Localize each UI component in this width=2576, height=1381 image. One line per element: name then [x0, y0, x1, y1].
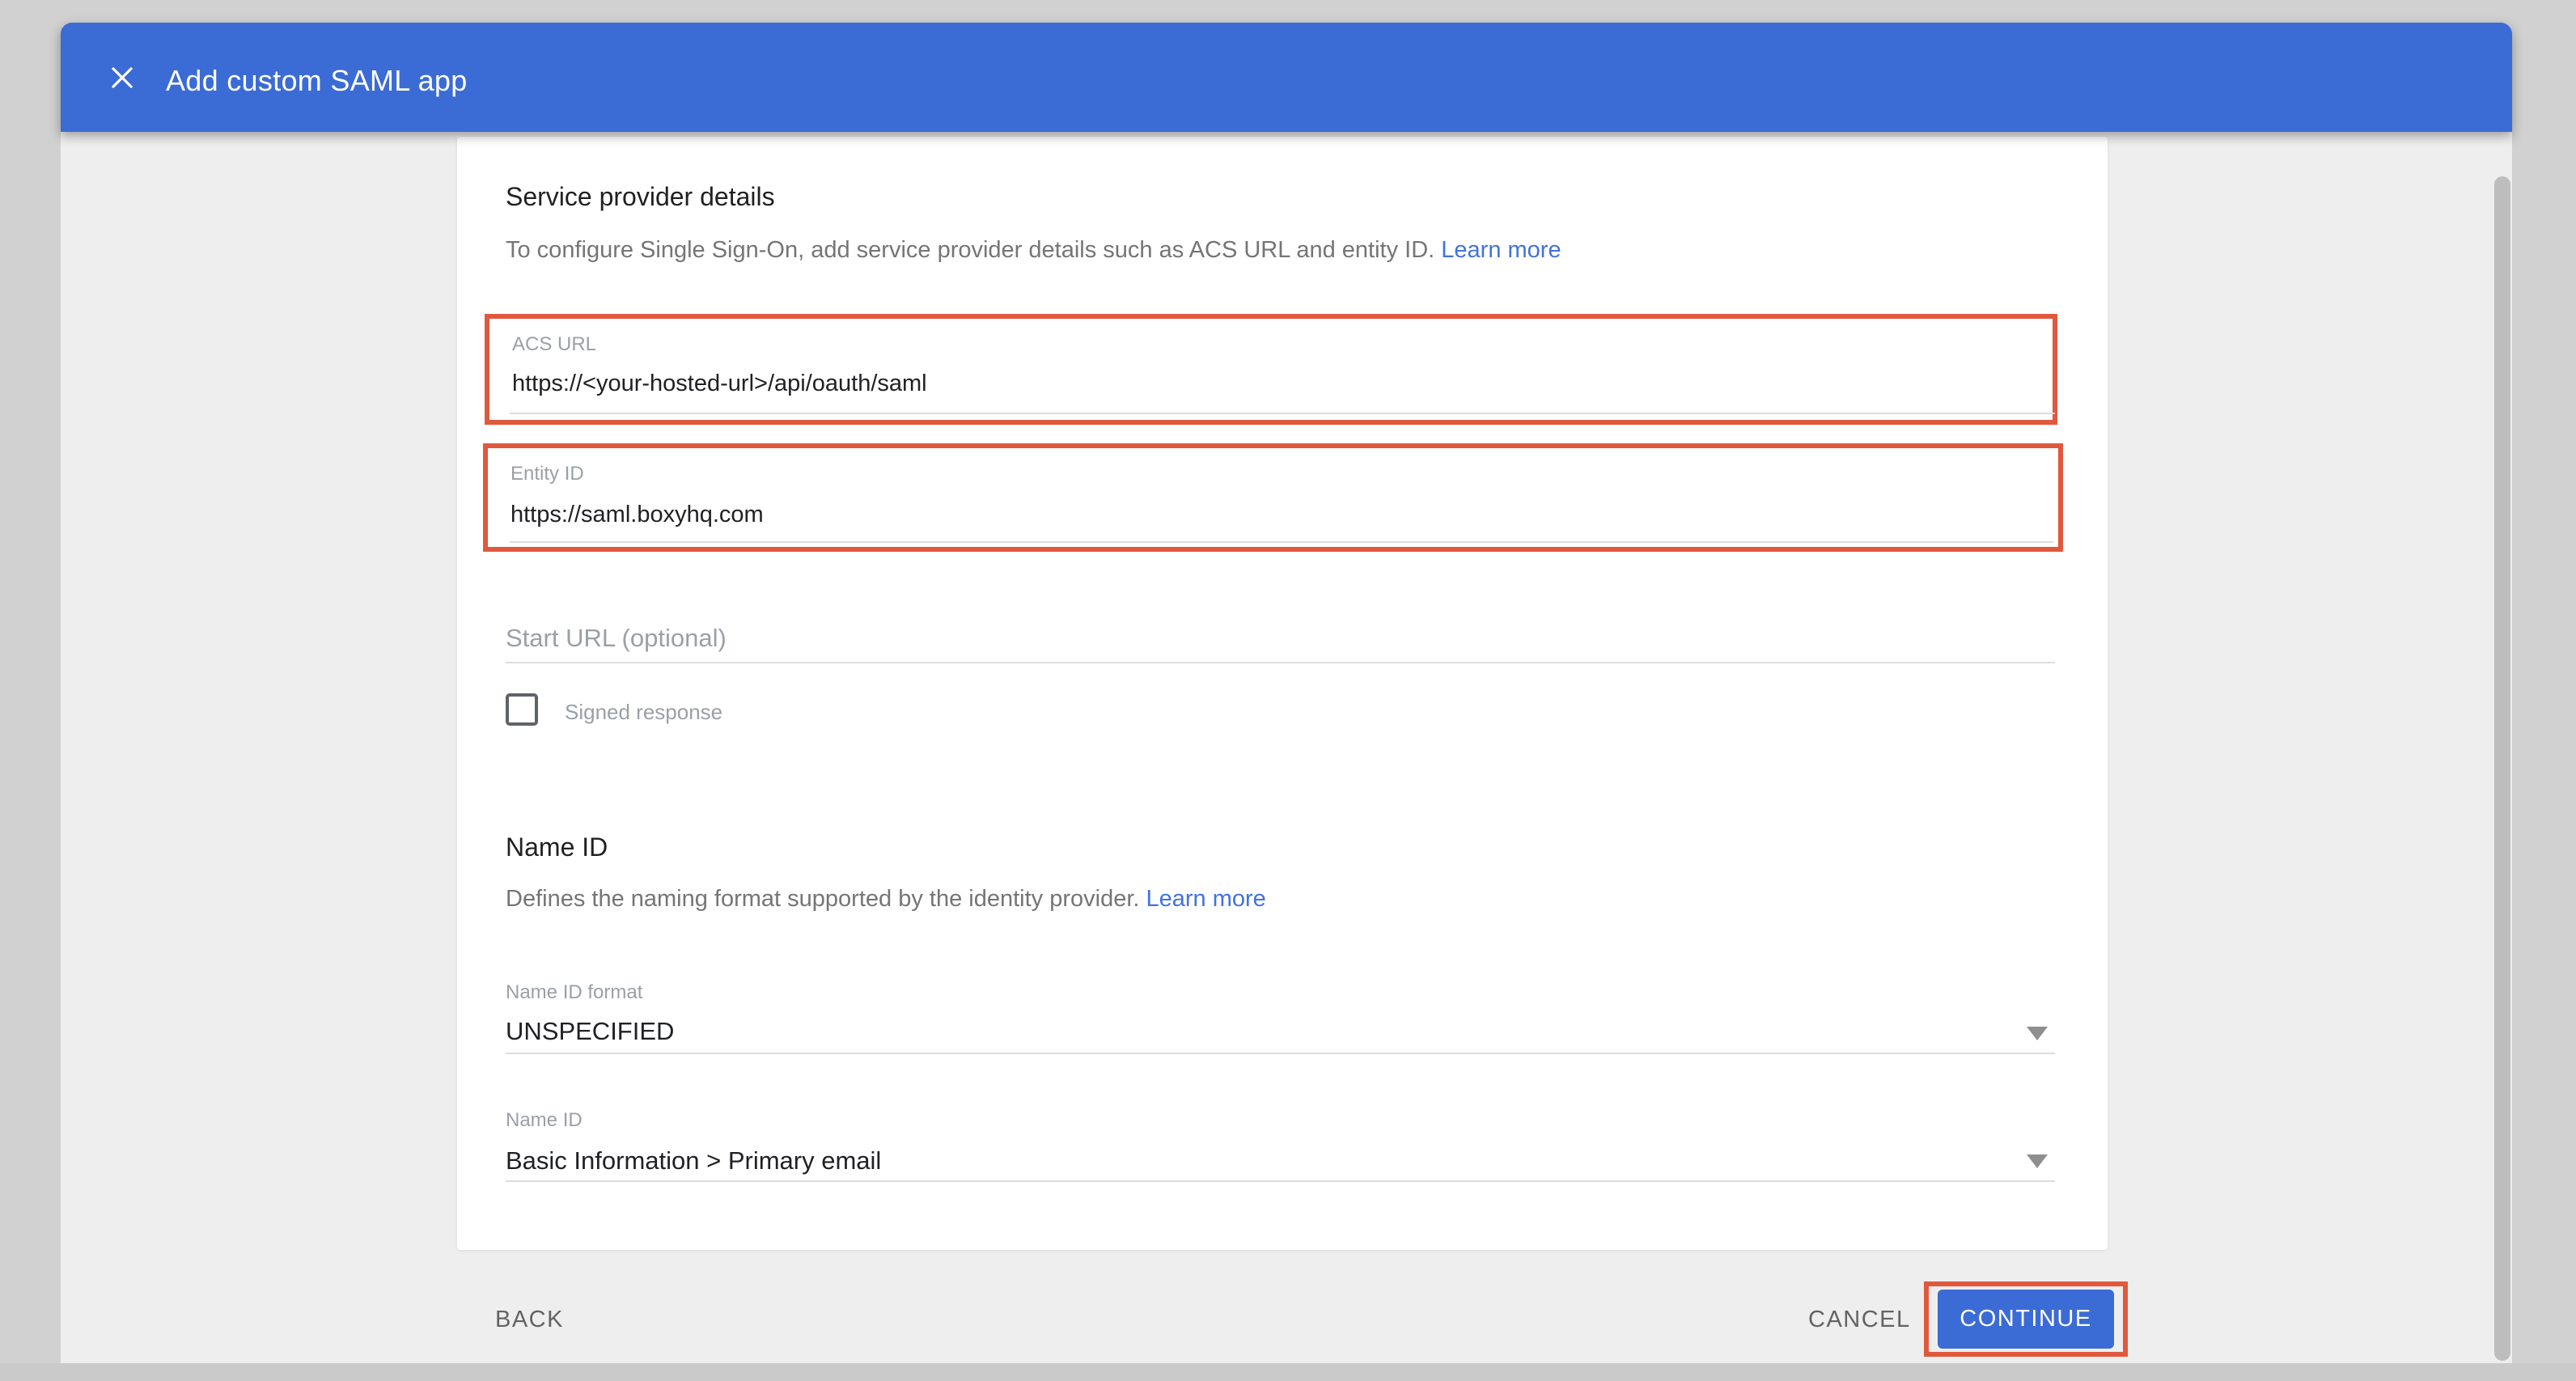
- dialog-title: Add custom SAML app: [166, 64, 468, 98]
- name-id-select[interactable]: Basic Information > Primary email: [506, 1146, 881, 1176]
- continue-highlight-box: CONTINUE: [1924, 1281, 2128, 1357]
- close-icon-glyph: [107, 62, 138, 93]
- form-card: Service provider details To configure Si…: [457, 137, 2108, 1250]
- name-id-format-underline: [506, 1053, 2055, 1054]
- name-id-heading: Name ID: [506, 832, 608, 862]
- dialog-header: Add custom SAML app: [61, 23, 2512, 132]
- start-url-input[interactable]: [506, 619, 2055, 658]
- add-custom-saml-app-dialog: Add custom SAML app Service provider det…: [61, 23, 2512, 1363]
- page-bottom-strip: [0, 1363, 2576, 1381]
- close-icon[interactable]: [103, 58, 142, 97]
- name-id-underline: [506, 1180, 2055, 1182]
- entity-id-label: Entity ID: [511, 463, 584, 485]
- acs-url-label: ACS URL: [512, 333, 596, 356]
- signed-response-label: Signed response: [565, 700, 722, 725]
- name-id-select-label: Name ID: [506, 1109, 583, 1132]
- scrollbar-thumb[interactable]: [2494, 176, 2510, 1361]
- name-id-format-select[interactable]: UNSPECIFIED: [506, 1017, 674, 1046]
- acs-url-highlight-box: ACS URL https://<your-hosted-url>/api/oa…: [485, 314, 2057, 425]
- signed-response-checkbox[interactable]: [506, 693, 538, 726]
- entity-id-input[interactable]: https://saml.boxyhq.com: [511, 502, 764, 528]
- chevron-down-icon[interactable]: [2027, 1154, 2048, 1168]
- service-provider-description-text: To configure Single Sign-On, add service…: [506, 237, 1434, 263]
- name-id-description: Defines the naming format supported by t…: [506, 886, 1266, 913]
- continue-button[interactable]: CONTINUE: [1938, 1290, 2114, 1349]
- entity-id-highlight-box: Entity ID https://saml.boxyhq.com: [483, 443, 2063, 552]
- entity-id-underline: [510, 541, 2053, 543]
- start-url-underline: [506, 662, 2055, 663]
- dialog-body: Service provider details To configure Si…: [61, 132, 2512, 1363]
- learn-more-link-sso[interactable]: Learn more: [1441, 237, 1561, 263]
- chevron-down-icon[interactable]: [2027, 1027, 2048, 1040]
- service-provider-heading: Service provider details: [506, 182, 775, 212]
- cancel-button[interactable]: CANCEL: [1808, 1297, 1911, 1342]
- service-provider-description: To configure Single Sign-On, add service…: [506, 237, 1561, 264]
- acs-url-input[interactable]: https://<your-hosted-url>/api/oauth/saml: [512, 371, 927, 397]
- name-id-format-label: Name ID format: [506, 981, 642, 1004]
- learn-more-link-name-id[interactable]: Learn more: [1146, 886, 1266, 912]
- name-id-description-text: Defines the naming format supported by t…: [506, 886, 1139, 912]
- back-button[interactable]: BACK: [495, 1297, 564, 1342]
- acs-url-underline: [510, 413, 2055, 414]
